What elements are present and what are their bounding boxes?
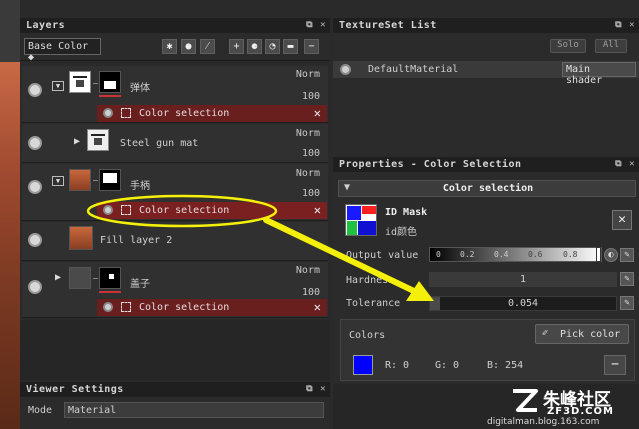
annotation-arrow-line bbox=[263, 217, 421, 296]
watermark-brand-url: ZF3D.COM bbox=[547, 406, 614, 417]
watermark-logo bbox=[510, 386, 540, 416]
annotation-ellipse bbox=[86, 194, 278, 228]
watermark-credit: digitalman.blog.163.com bbox=[487, 417, 600, 427]
annotation-overlay bbox=[86, 194, 434, 301]
